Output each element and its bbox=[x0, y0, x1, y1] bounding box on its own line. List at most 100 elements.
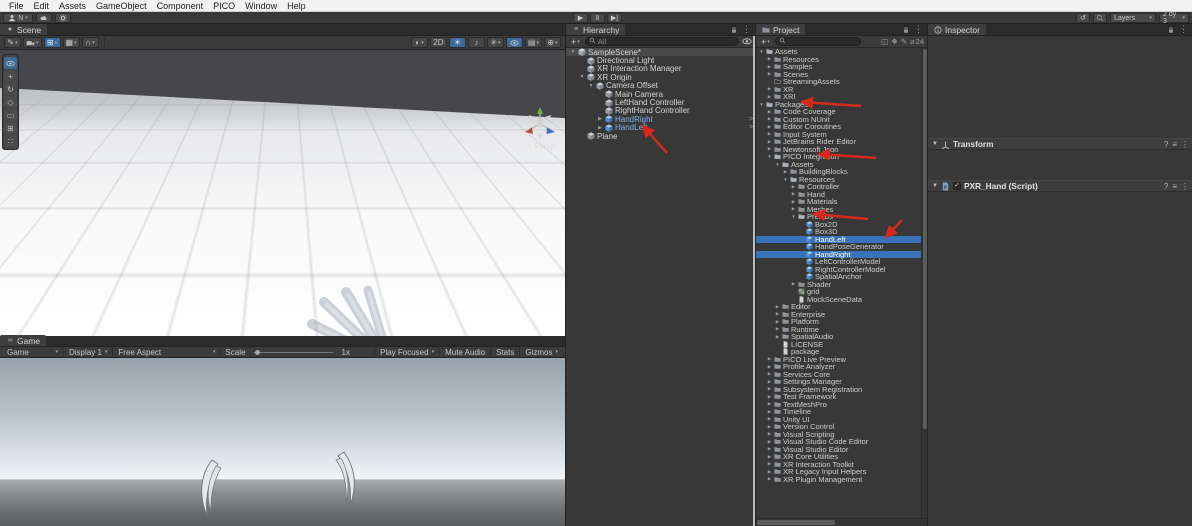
layout-dropdown[interactable]: 2 by 3 ▾ bbox=[1159, 11, 1189, 25]
expand-arrow[interactable]: ▶ bbox=[767, 416, 772, 422]
expand-arrow[interactable]: ▼ bbox=[759, 49, 764, 54]
project-item-spatialaudio[interactable]: ▶ SpatialAudio bbox=[756, 332, 921, 341]
expand-arrow[interactable]: ▶ bbox=[597, 125, 603, 131]
aspect-dropdown[interactable]: Free Aspect ▾ bbox=[113, 346, 222, 358]
expand-arrow[interactable]: ▶ bbox=[767, 461, 772, 467]
expand-arrow[interactable]: ▶ bbox=[767, 371, 772, 377]
scene-viewport[interactable]: + ↻ ◇ ▭ ⊞ ∷ < Persp bbox=[0, 50, 565, 336]
kebab-menu-icon[interactable]: ⋮ bbox=[1181, 140, 1189, 149]
layers-dropdown[interactable]: Layers ▾ bbox=[1110, 13, 1156, 23]
expand-arrow[interactable]: ▶ bbox=[767, 71, 772, 77]
expand-arrow[interactable]: ▶ bbox=[775, 304, 780, 310]
create-object-button[interactable]: + ▾ bbox=[569, 37, 582, 47]
play-focused-dropdown[interactable]: Play Focused ▾ bbox=[374, 346, 439, 358]
rect-tool-icon[interactable]: ▭ bbox=[4, 109, 17, 121]
lock-icon[interactable] bbox=[901, 25, 910, 34]
menu-window[interactable]: Window bbox=[240, 0, 282, 12]
panel-splitter[interactable] bbox=[753, 36, 755, 526]
expand-arrow[interactable]: ▶ bbox=[775, 319, 780, 325]
project-item-spatialanchor[interactable]: SpatialAnchor bbox=[756, 272, 921, 281]
expand-arrow[interactable]: ▶ bbox=[783, 169, 788, 175]
hidden-count-badge[interactable]: ⌀ 24 bbox=[910, 37, 924, 46]
search-by-type-icon[interactable]: ◱ bbox=[881, 37, 888, 46]
project-item-jetbrains-rider-editor[interactable]: ▶ JetBrains Rider Editor bbox=[756, 137, 921, 146]
expand-arrow[interactable]: ▶ bbox=[791, 206, 796, 212]
project-item-license[interactable]: LICENSE bbox=[756, 340, 921, 349]
expand-arrow[interactable]: ▶ bbox=[791, 281, 796, 287]
undo-history-button[interactable]: ↺ bbox=[1076, 13, 1090, 23]
expand-arrow[interactable]: ▶ bbox=[767, 146, 772, 152]
project-item-pico-live-preview[interactable]: ▶ PICO Live Preview bbox=[756, 355, 921, 364]
gizmos-dropdown[interactable]: Gizmos ▾ bbox=[519, 346, 563, 358]
move-tool-icon[interactable]: + bbox=[4, 70, 17, 82]
expand-arrow[interactable]: ▶ bbox=[767, 454, 772, 460]
audio-toggle-icon[interactable]: ♪ bbox=[467, 37, 485, 48]
project-item-packages[interactable]: ▼ Packages bbox=[756, 100, 921, 109]
expand-arrow[interactable]: ▶ bbox=[775, 334, 780, 340]
expand-arrow[interactable]: ▶ bbox=[767, 116, 772, 122]
expand-arrow[interactable]: ▶ bbox=[791, 184, 796, 190]
hand-model[interactable] bbox=[298, 280, 418, 336]
tab-project[interactable]: Project bbox=[756, 24, 806, 35]
hierarchy-item-xr-origin[interactable]: ▼ XR Origin bbox=[566, 73, 756, 82]
kebab-menu-icon[interactable]: ⋮ bbox=[742, 24, 751, 34]
scale-slider[interactable] bbox=[253, 349, 334, 355]
kebab-menu-icon[interactable]: ⋮ bbox=[1181, 182, 1189, 191]
expand-arrow[interactable]: ▶ bbox=[597, 116, 603, 122]
project-item-unity-ui[interactable]: ▶ Unity UI bbox=[756, 415, 921, 424]
create-asset-button[interactable]: + ▾ bbox=[759, 37, 772, 47]
gizmos-toggle-icon[interactable]: ⊕ ▾ bbox=[544, 37, 561, 48]
stats-toggle[interactable]: Stats bbox=[490, 346, 519, 358]
expand-arrow[interactable]: ▼ bbox=[759, 102, 764, 107]
project-item-samples[interactable]: ▶ Samples bbox=[756, 62, 921, 71]
tab-game[interactable]: ∞ Game bbox=[0, 335, 47, 346]
mute-audio-toggle[interactable]: Mute Audio bbox=[439, 346, 490, 358]
expand-arrow[interactable]: ▶ bbox=[767, 439, 772, 445]
rotate-tool-icon[interactable]: ↻ bbox=[4, 83, 17, 95]
shading-mode-icon[interactable]: ◐ ▾ bbox=[410, 37, 428, 48]
project-item-code-coverage[interactable]: ▶ Code Coverage bbox=[756, 107, 921, 116]
project-item-subsystem-registration[interactable]: ▶ Subsystem Registration bbox=[756, 385, 921, 394]
expand-arrow[interactable]: ▶ bbox=[767, 476, 772, 482]
expand-arrow[interactable]: ▶ bbox=[767, 86, 772, 92]
hierarchy-search-input[interactable]: All bbox=[584, 37, 739, 46]
scene-visibility-filter-icon[interactable] bbox=[742, 37, 752, 47]
scale-tool-icon[interactable]: ◇ bbox=[4, 96, 17, 108]
foldout-arrow[interactable]: ▼ bbox=[932, 183, 938, 189]
expand-arrow[interactable]: ▶ bbox=[767, 386, 772, 392]
expand-arrow[interactable]: ▼ bbox=[588, 83, 594, 89]
project-item-shader[interactable]: ▶ Shader bbox=[756, 280, 921, 289]
lock-icon[interactable] bbox=[1166, 25, 1175, 34]
pause-button[interactable]: Ⅱ bbox=[590, 13, 605, 23]
project-item-timeline[interactable]: ▶ Timeline bbox=[756, 407, 921, 416]
lighting-toggle-icon[interactable]: ☀ bbox=[448, 37, 466, 48]
project-item-xr-plugin-management[interactable]: ▶ XR Plugin Management bbox=[756, 475, 921, 484]
expand-arrow[interactable]: ▶ bbox=[767, 394, 772, 400]
project-item-assets[interactable]: ▼ Assets bbox=[756, 47, 921, 56]
project-item-test-framework[interactable]: ▶ Test Framework bbox=[756, 392, 921, 401]
menu-component[interactable]: Component bbox=[152, 0, 209, 12]
menu-gameobject[interactable]: GameObject bbox=[91, 0, 152, 12]
hierarchy-item-xr-interaction-manager[interactable]: XR Interaction Manager bbox=[566, 64, 756, 73]
expand-arrow[interactable]: ▼ bbox=[775, 162, 780, 167]
project-item-textmeshpro[interactable]: ▶ TextMeshPro bbox=[756, 400, 921, 409]
expand-arrow[interactable]: ▶ bbox=[767, 64, 772, 70]
hierarchy-item-righthand-controller[interactable]: RightHand Controller bbox=[566, 106, 756, 115]
project-item-materials[interactable]: ▶ Materials bbox=[756, 197, 921, 206]
cloud-services-button[interactable] bbox=[36, 13, 52, 23]
project-item-enterprise[interactable]: ▶ Enterprise bbox=[756, 310, 921, 319]
project-item-pico-integration[interactable]: ▼ PICO Integration bbox=[756, 152, 921, 161]
draw-mode-icon[interactable]: ✎ ▾ bbox=[4, 37, 21, 48]
menu-assets[interactable]: Assets bbox=[54, 0, 91, 12]
help-icon[interactable]: ? bbox=[1164, 182, 1168, 191]
project-item-xr[interactable]: ▶ XR bbox=[756, 85, 921, 94]
foldout-arrow[interactable]: ▼ bbox=[932, 141, 938, 147]
project-item-editor-coroutines[interactable]: ▶ Editor Coroutines bbox=[756, 122, 921, 131]
expand-arrow[interactable]: ▶ bbox=[791, 199, 796, 205]
expand-arrow[interactable]: ▶ bbox=[767, 131, 772, 137]
expand-arrow[interactable]: ▼ bbox=[791, 214, 796, 219]
expand-arrow[interactable]: ▶ bbox=[767, 431, 772, 437]
project-item-mockscenedata[interactable]: MockSceneData bbox=[756, 295, 921, 304]
expand-arrow[interactable]: ▼ bbox=[579, 74, 585, 80]
presets-icon[interactable]: ≡ bbox=[1172, 140, 1177, 149]
